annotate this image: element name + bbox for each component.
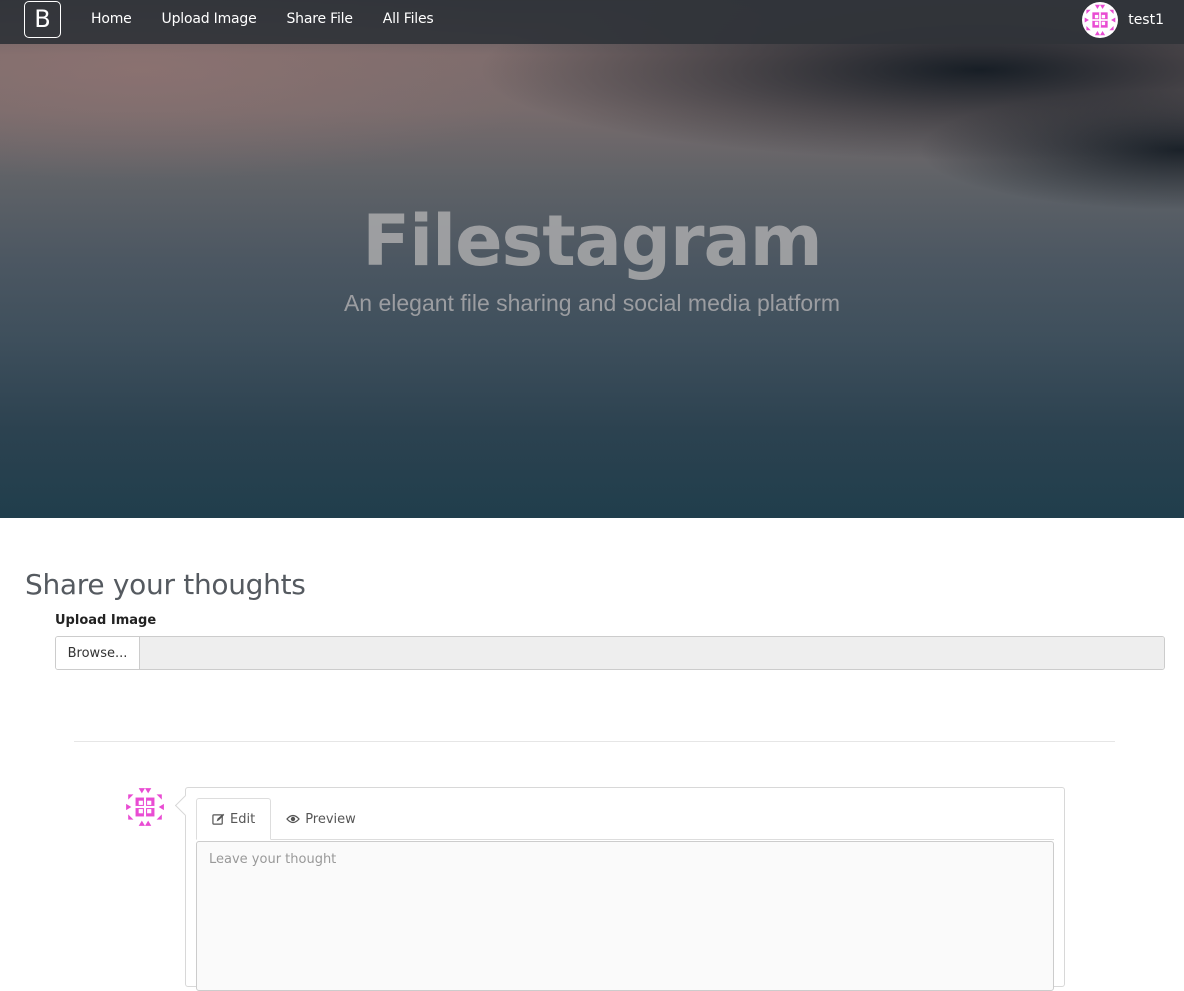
- file-input-group: Browse...: [55, 636, 1165, 670]
- hero-title: Filestagram: [362, 200, 822, 282]
- brand-logo[interactable]: B: [24, 1, 61, 38]
- divider: [74, 741, 1115, 742]
- nav-links: Home Upload Image Share File All Files: [91, 0, 464, 38]
- identicon-icon: [1084, 4, 1116, 36]
- identicon-icon: [126, 788, 164, 826]
- avatar: [1082, 2, 1119, 38]
- nav-link-all-files[interactable]: All Files: [383, 11, 434, 27]
- nav-link-share-file[interactable]: Share File: [287, 11, 353, 27]
- upload-image-label: Upload Image: [55, 613, 157, 628]
- eye-icon: [286, 814, 301, 824]
- tab-edit[interactable]: Edit: [196, 798, 272, 840]
- nav-link-home[interactable]: Home: [91, 11, 132, 27]
- hero-subtitle: An elegant file sharing and social media…: [343, 290, 841, 316]
- comment-box: Edit Preview: [185, 787, 1065, 991]
- username: test1: [1128, 12, 1164, 28]
- user-menu[interactable]: test1: [1082, 2, 1164, 38]
- tab-edit-label: Edit: [230, 811, 256, 827]
- thought-textarea[interactable]: [196, 841, 1054, 991]
- tab-preview-label: Preview: [305, 811, 356, 827]
- comment-avatar: [124, 786, 166, 828]
- browse-button[interactable]: Browse...: [56, 637, 140, 669]
- section-title: Share your thoughts: [25, 568, 306, 601]
- tab-preview[interactable]: Preview: [271, 798, 371, 840]
- nav-link-upload-image[interactable]: Upload Image: [162, 11, 257, 27]
- edit-icon: [212, 813, 225, 826]
- top-navbar: B Home Upload Image Share File All Files: [0, 0, 1184, 44]
- editor-tabs: Edit Preview: [196, 798, 1054, 840]
- file-name-field[interactable]: [140, 637, 1164, 669]
- hero-banner: Filestagram An elegant file sharing and …: [0, 0, 1184, 518]
